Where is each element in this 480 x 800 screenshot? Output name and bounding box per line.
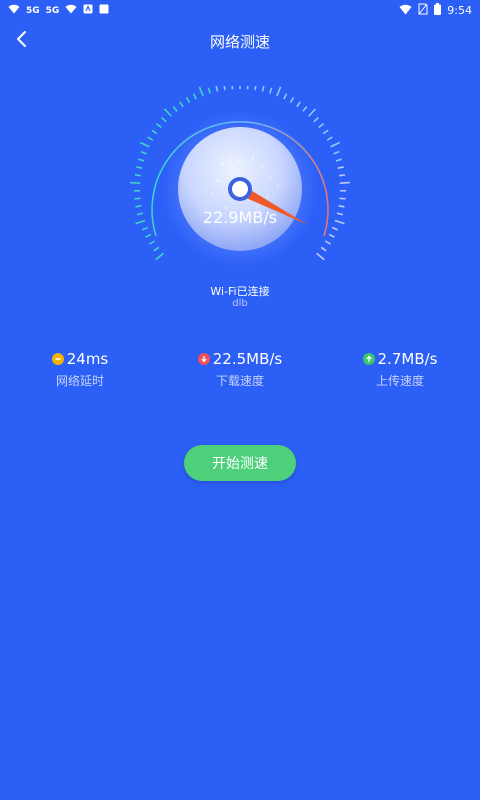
no-sim-icon [418,3,428,18]
gauge-tick [138,158,145,162]
gauge-tick [318,123,325,129]
latency-label: 网络延时 [55,374,104,388]
gauge-tick [179,101,184,108]
gauge-tick [192,93,197,100]
status-bar: 5G 5G 9:54 [0,0,480,22]
needle-hub [228,177,252,201]
gauge-tick [338,205,345,208]
download-stat: 22.5MB/s 下载速度 [170,350,310,389]
connection-status: Wi-Fi已连接 [210,285,270,298]
download-label: 下载速度 [215,374,264,388]
gauge-tick [198,86,204,97]
gauge-tick [328,233,335,238]
gauge-tick [296,101,301,108]
battery-icon [434,3,442,18]
status-bar-right: 9:54 [399,3,472,18]
upload-label: 上传速度 [375,374,424,388]
gauge-tick [223,84,226,91]
network-type-label: 5G [45,5,60,16]
start-test-button[interactable]: 开始测速 [184,445,296,481]
gauge-tick [134,174,142,177]
gauge-tick [338,174,346,177]
gauge-tick [331,226,339,231]
gauge-tick [337,166,344,169]
gauge-tick [135,219,146,225]
gauge-tick [136,166,143,169]
gauge-tick [276,86,282,97]
wifi-icon [8,4,20,17]
gauge-tick [135,205,142,208]
gauge-tick [302,106,308,112]
gauge-tick [140,150,147,155]
latency-stat: 24ms 网络延时 [10,350,150,389]
gauge-tick [316,252,325,261]
gauge-tick [134,197,141,200]
upload-value: 2.7MB/s [377,350,438,368]
gauge-tick [283,93,288,100]
app-notification-icon [99,4,109,17]
gauge-tick [141,226,149,231]
gauge-tick [326,136,333,141]
page-title: 网络测速 [209,33,270,51]
gauge-tick [155,252,164,261]
minus-circle-icon [51,353,64,365]
notification-icon [83,4,93,17]
gauge-tick [335,158,342,162]
gauge-tick [322,129,329,135]
gauge-tick [161,117,167,123]
gauge-tick [339,197,346,200]
gauge-tick [339,181,350,184]
gauge-tick [269,87,273,94]
wifi-signal-icon [399,4,412,18]
upload-arrow-icon [362,353,375,365]
gauge-tick [215,85,219,92]
gauge-tick [139,141,150,148]
gauge-tick [254,84,257,91]
status-bar-left: 5G 5G [8,4,109,17]
network-type-label: 5G [26,5,40,16]
download-value: 22.5MB/s [212,350,283,368]
gauge-tick [145,233,152,238]
gauge-tick [313,117,319,123]
gauge-tick [153,246,160,252]
gauge-tick [151,129,158,135]
gauge-speed-value: 22.9MB/s [203,208,277,227]
speed-gauge: 22.9MB/s [128,79,352,267]
gauge-tick [130,181,141,184]
gauge-tick [336,212,344,216]
gauge-tick [324,240,331,245]
gauge-tick [155,123,162,129]
gauge-tick [334,219,345,225]
gauge-tick [136,212,144,216]
gauge-tick [149,240,156,245]
gauge-tick [333,150,340,155]
gauge-tick [185,97,191,104]
gauge-tick [172,106,178,112]
clock: 9:54 [447,4,472,17]
download-arrow-icon [197,353,210,365]
wifi-icon [65,4,77,17]
wifi-ssid: dlb [232,298,248,309]
gauge-tick [330,141,341,148]
latency-value: 24ms [66,350,109,368]
gauge-tick [207,87,211,94]
gauge-tick [147,136,154,141]
gauge-tick [308,108,317,117]
gauge-tick [289,97,295,104]
gauge-tick [261,85,265,92]
gauge-tick [320,246,327,252]
gauge-tick [163,108,172,117]
upload-stat: 2.7MB/s 上传速度 [330,350,470,389]
